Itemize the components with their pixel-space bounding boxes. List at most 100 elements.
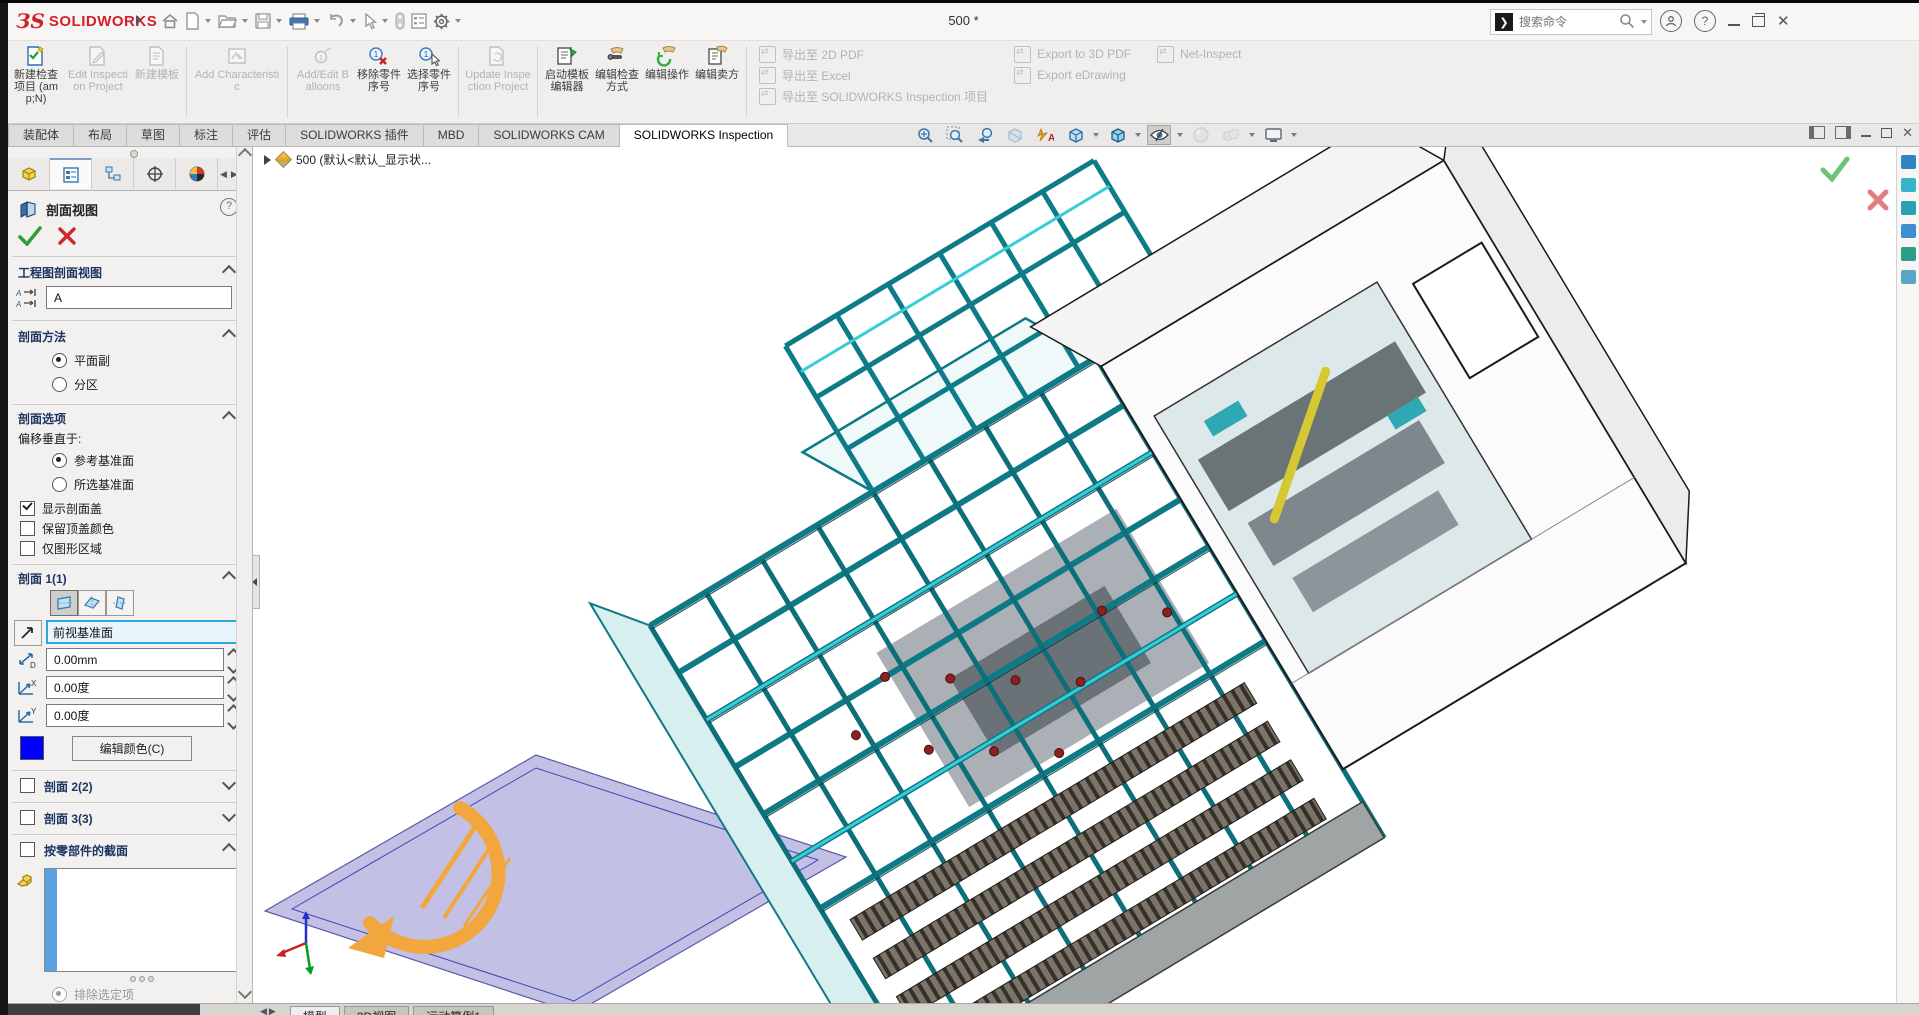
breadcrumb-expand-icon[interactable] [264, 154, 271, 165]
zoom-fit-icon[interactable] [913, 125, 937, 145]
reference-plane-field[interactable]: 前视基准面 [46, 620, 238, 644]
display-style-dropdown-icon[interactable] [1135, 133, 1141, 137]
collapse-chevron-icon[interactable] [221, 842, 237, 858]
section1-header[interactable]: 剖面 1(1) [18, 570, 67, 587]
radio-selected-plane[interactable]: 所选基准面 [52, 476, 134, 493]
rebuild-icon[interactable] [392, 8, 408, 34]
tab-motion-study[interactable]: 运动算例1 [413, 1006, 494, 1015]
view-orientation-dropdown-icon[interactable] [1093, 133, 1099, 137]
checkbox-section3[interactable] [20, 810, 35, 825]
radio-exclude-selected[interactable]: 排除选定项 [52, 986, 134, 1003]
tab-featuremanager[interactable] [8, 158, 50, 189]
new-inspection-project-button[interactable]: 新建检查项目 (amp;N) [10, 44, 62, 105]
minimize-icon[interactable] [1728, 24, 1740, 26]
panel-resize-grip[interactable] [8, 146, 252, 158]
print-dropdown-icon[interactable] [314, 19, 320, 23]
view-orientation-icon[interactable] [1063, 125, 1087, 145]
apply-scene-icon[interactable] [1219, 125, 1243, 145]
view-settings-icon[interactable] [1261, 125, 1285, 145]
study-tabs-nav-icons[interactable]: ◀▶ [260, 1006, 278, 1015]
expand-chevron-icon[interactable] [221, 807, 237, 823]
select-balloon-button[interactable]: 1 选择零件序号 [406, 44, 452, 93]
launch-template-editor-button[interactable]: 启动模板编辑器 [544, 44, 590, 93]
section-label-input[interactable] [52, 289, 226, 306]
collapse-chevron-icon[interactable] [221, 570, 237, 586]
tab-configurationmanager[interactable] [92, 158, 134, 189]
options-list-icon[interactable] [408, 8, 430, 34]
drawing-section-header[interactable]: 工程图剖面视图 [18, 264, 102, 281]
edit-inspection-project-button[interactable]: Edit Inspection Project [66, 44, 130, 93]
doc-restore-icon[interactable] [1881, 127, 1893, 138]
section-label-field[interactable] [46, 286, 232, 309]
hide-show-items-icon[interactable] [1147, 125, 1171, 145]
tab-3d-views[interactable]: 3D视图 [343, 1006, 410, 1015]
checkbox-per-component[interactable] [20, 842, 35, 857]
tab-sketch[interactable]: 草图 [127, 124, 181, 146]
scroll-up-icon[interactable] [237, 147, 253, 163]
net-inspect-button[interactable]: Net-Inspect [1157, 45, 1241, 63]
open-dropdown-icon[interactable] [242, 19, 248, 23]
export-3d-pdf-button[interactable]: Export to 3D PDF [1014, 45, 1131, 63]
top-plane-button[interactable] [78, 590, 106, 616]
save-icon[interactable] [252, 8, 274, 34]
add-edit-balloons-button[interactable]: 1 Add/Edit Balloons [294, 44, 352, 93]
scroll-down-icon[interactable] [237, 984, 253, 1000]
new-document-icon[interactable] [182, 8, 203, 34]
annotations-view-icon[interactable]: A [1033, 125, 1057, 145]
tab-assembly[interactable]: 装配体 [8, 124, 75, 146]
restore-icon[interactable] [1752, 12, 1765, 27]
new-document-dropdown-icon[interactable] [205, 19, 211, 23]
task-pane-explorer-icon[interactable] [1901, 201, 1916, 215]
gear-dropdown-icon[interactable] [455, 19, 461, 23]
undo-icon[interactable] [324, 8, 348, 34]
viewport-breadcrumb[interactable]: 500 (默认<默认_显示状... [264, 151, 431, 168]
tabs-nav-left-icon[interactable]: ◀ [220, 169, 227, 180]
edit-inspection-methods-button[interactable]: 编辑检查方式 [594, 44, 640, 93]
tab-dimxpertmanager[interactable] [134, 158, 176, 189]
x-rotation-field[interactable] [46, 676, 224, 699]
search-icon[interactable] [1619, 13, 1639, 32]
expand-chevron-icon[interactable] [221, 775, 237, 791]
section2-header[interactable]: 剖面 2(2) [44, 778, 93, 795]
reference-plane-picker-button[interactable] [14, 620, 42, 646]
edit-color-button[interactable]: 编辑颜色(C) [72, 736, 192, 761]
view-settings-dropdown-icon[interactable] [1291, 133, 1297, 137]
select-cursor-icon[interactable] [360, 8, 380, 34]
tab-layout[interactable]: 布局 [74, 124, 128, 146]
panel-scrollbar[interactable] [236, 146, 253, 1003]
radio-zonal[interactable]: 分区 [52, 376, 98, 393]
confirm-ok-button[interactable] [1820, 156, 1850, 185]
per-component-header[interactable]: 按零部件的截面 [44, 842, 128, 859]
export-excel-button[interactable]: 导出至 Excel [759, 66, 988, 84]
y-rotation-field[interactable] [46, 704, 224, 727]
cancel-button[interactable] [58, 227, 76, 245]
add-characteristic-button[interactable]: Add Characteristic [193, 44, 281, 93]
tab-evaluate[interactable]: 评估 [233, 124, 287, 146]
section-color-swatch[interactable] [20, 736, 44, 760]
tab-propertymanager[interactable] [50, 158, 92, 189]
offset-distance-input[interactable] [52, 651, 218, 668]
remove-balloon-button[interactable]: 1 移除零件序号 [356, 44, 402, 93]
close-icon[interactable]: ✕ [1777, 14, 1790, 29]
edit-vendor-button[interactable]: 编辑卖方 [694, 44, 740, 81]
section-options-header[interactable]: 剖面选项 [18, 410, 66, 427]
section-method-header[interactable]: 剖面方法 [18, 328, 66, 345]
search-input[interactable] [1517, 14, 1619, 30]
checkbox-show-section-cap[interactable]: 显示剖面盖 [20, 500, 102, 517]
collapse-chevron-icon[interactable] [221, 328, 237, 344]
help-icon[interactable]: ? [1694, 10, 1716, 32]
export-sw-inspection-button[interactable]: 导出至 SOLIDWORKS Inspection 项目 [759, 87, 988, 105]
home-icon[interactable] [158, 8, 182, 34]
account-icon[interactable] [1660, 10, 1682, 32]
collapse-left-pane-icon[interactable] [1809, 126, 1826, 139]
logo-flyout-arrow-icon[interactable] [136, 15, 142, 25]
checkbox-section2[interactable] [20, 778, 35, 793]
undo-dropdown-icon[interactable] [350, 19, 356, 23]
section3-header[interactable]: 剖面 3(3) [44, 810, 93, 827]
tab-mbd[interactable]: MBD [423, 124, 480, 146]
task-pane-appearances-icon[interactable] [1901, 247, 1916, 261]
radio-reference-plane[interactable]: 参考基准面 [52, 452, 134, 469]
x-rotation-input[interactable] [52, 679, 218, 696]
tab-inspection-active[interactable]: SOLIDWORKS Inspection [619, 124, 789, 147]
task-pane-library-icon[interactable] [1901, 178, 1916, 192]
